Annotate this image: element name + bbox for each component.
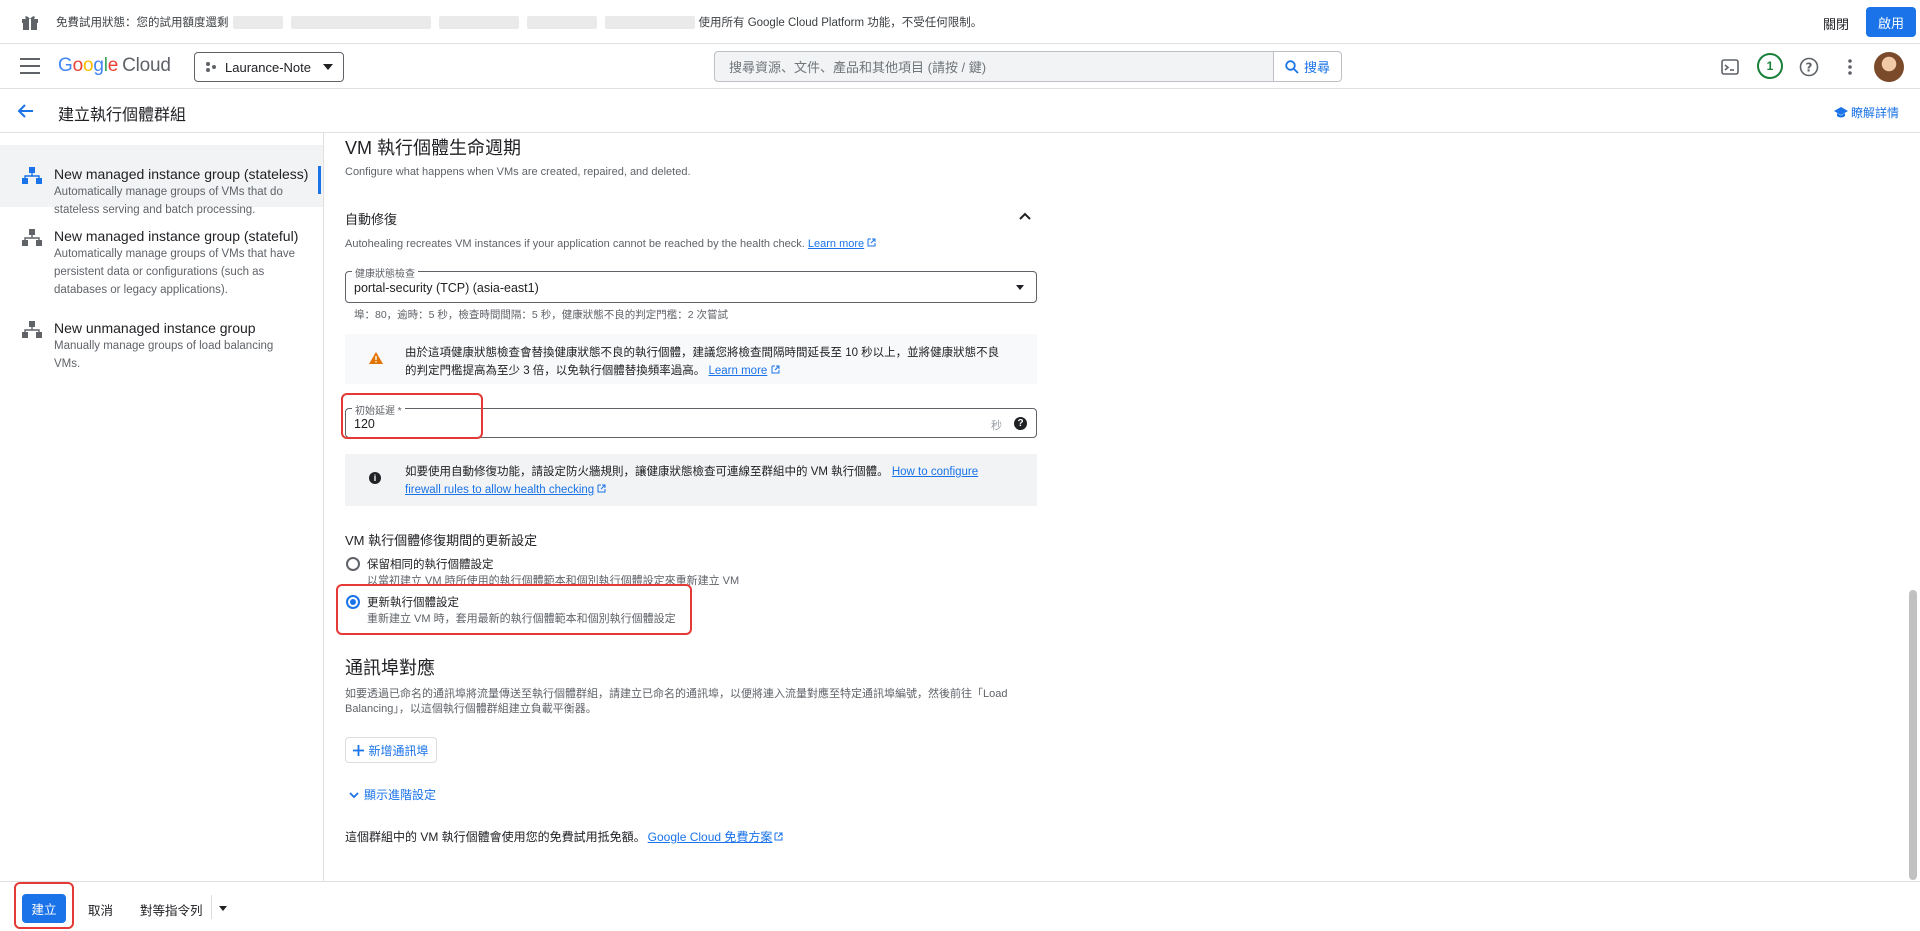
gift-icon: [22, 16, 38, 30]
search-button[interactable]: 搜尋: [1274, 51, 1342, 82]
help-icon[interactable]: ?: [1797, 55, 1821, 79]
external-link-icon: [867, 238, 876, 247]
unit-label: 秒: [991, 420, 1002, 432]
lifecycle-description: Configure what happens when VMs are crea…: [345, 166, 691, 178]
svg-text:?: ?: [1806, 61, 1813, 75]
port-mapping-description: 如要透過已命名的通訊埠將流量傳送至執行個體群組，請建立已命名的通訊埠，以便將連入…: [345, 688, 1008, 715]
highlight-initial-delay: [341, 393, 483, 439]
sidebar: New managed instance group (stateless) A…: [0, 133, 324, 881]
search-input[interactable]: 搜尋資源、文件、產品和其他項目 (請按 / 鍵): [714, 51, 1274, 82]
activate-button[interactable]: 啟用: [1866, 7, 1916, 37]
port-mapping-heading: 通訊埠對應: [345, 658, 435, 678]
hamburger-menu-icon[interactable]: [20, 58, 40, 74]
instance-group-icon: [22, 321, 42, 338]
page-title: 建立執行個體群組: [58, 107, 187, 124]
bottom-action-bar: 建立 取消 對等指令列: [0, 881, 1920, 931]
instance-group-icon: [22, 167, 42, 184]
google-cloud-logo[interactable]: Google Cloud: [58, 55, 171, 77]
notification-badge[interactable]: 1: [1757, 53, 1783, 79]
free-tier-link[interactable]: Google Cloud 免費方案: [648, 828, 773, 845]
sidebar-item-stateless[interactable]: New managed instance group (stateless) A…: [0, 145, 323, 216]
trial-message: 免費試用狀態：您的試用額度還剩 使用所有 Google Cloud Platfor…: [56, 16, 983, 30]
warning-learn-more-link[interactable]: Learn more: [709, 365, 768, 377]
avatar[interactable]: [1874, 52, 1904, 82]
scrollbar[interactable]: [1909, 590, 1917, 880]
info-icon: i: [369, 472, 381, 484]
top-header: Google Cloud Laurance-Note 搜尋資源、文件、產品和其他項…: [0, 44, 1920, 89]
add-port-button[interactable]: 新增通訊埠: [345, 737, 437, 763]
chevron-down-icon: [323, 64, 333, 70]
dropdown-caret-icon: [1016, 285, 1024, 290]
highlight-create-button: [14, 882, 74, 929]
external-link-icon: [597, 484, 606, 493]
arrow-back-icon[interactable]: [16, 101, 36, 121]
health-check-warning: 由於這項健康狀態檢查會替換健康狀態不良的執行個體，建議您將檢查間隔時間延長至 1…: [345, 334, 1037, 384]
equivalent-command-button[interactable]: 對等指令列: [140, 900, 203, 919]
autohealing-heading: 自動修復: [345, 212, 398, 227]
project-name: Laurance-Note: [225, 59, 311, 75]
highlight-update-config: [336, 584, 692, 635]
health-check-select[interactable]: 健康狀態檢查 portal-security (TCP) (asia-east1…: [345, 265, 1037, 303]
cloud-shell-icon[interactable]: [1718, 55, 1742, 79]
show-advanced-toggle[interactable]: 顯示進階設定: [348, 786, 436, 803]
warning-icon: [369, 352, 383, 364]
firewall-info: i 如要使用自動修復功能，請設定防火牆規則，讓健康狀態檢查可連線至群組中的 VM…: [345, 454, 1037, 506]
learn-more-link[interactable]: 瞭解詳情: [1834, 104, 1899, 121]
more-vert-icon[interactable]: [1838, 55, 1862, 79]
school-icon: [1834, 106, 1848, 117]
free-tier-note: 這個群組中的 VM 執行個體會使用您的免費試用抵免額。 Google Cloud…: [345, 828, 783, 845]
lifecycle-heading: VM 執行個體生命週期: [345, 138, 522, 158]
divider: [211, 895, 212, 919]
add-icon: [353, 744, 365, 756]
active-indicator: [318, 166, 321, 194]
update-config-heading: VM 執行個體修復期間的更新設定: [345, 533, 538, 548]
external-link-icon: [771, 365, 780, 374]
trial-banner: 免費試用狀態：您的試用額度還剩 使用所有 Google Cloud Platfor…: [0, 0, 1920, 44]
project-dots-icon: [206, 62, 216, 72]
project-picker[interactable]: Laurance-Note: [194, 52, 344, 82]
sidebar-item-unmanaged[interactable]: New unmanaged instance group Manually ma…: [0, 315, 323, 375]
autohealing-learn-more-link[interactable]: Learn more: [808, 238, 864, 250]
help-icon[interactable]: ?: [1014, 417, 1027, 430]
external-link-icon: [774, 832, 783, 841]
title-bar: 建立執行個體群組 瞭解詳情: [0, 89, 1920, 133]
sidebar-item-stateful[interactable]: New managed instance group (stateful) Au…: [0, 223, 323, 307]
chevron-down-icon: [349, 791, 359, 798]
radio-keep-config-label: 保留相同的執行個體設定: [367, 559, 494, 571]
search-icon: [1285, 59, 1299, 74]
instance-group-icon: [22, 229, 42, 246]
cancel-button[interactable]: 取消: [88, 900, 113, 919]
dismiss-button[interactable]: 關閉: [1823, 14, 1849, 33]
radio-keep-config[interactable]: [346, 557, 360, 571]
health-check-details: 埠：80，逾時：5 秒，檢查時間間隔：5 秒，健康狀態不良的判定門檻：2 次嘗試: [354, 309, 728, 321]
dropdown-caret-icon[interactable]: [219, 906, 227, 911]
chevron-up-icon[interactable]: [1017, 208, 1033, 224]
autohealing-description: Autohealing recreates VM instances if yo…: [345, 238, 876, 250]
